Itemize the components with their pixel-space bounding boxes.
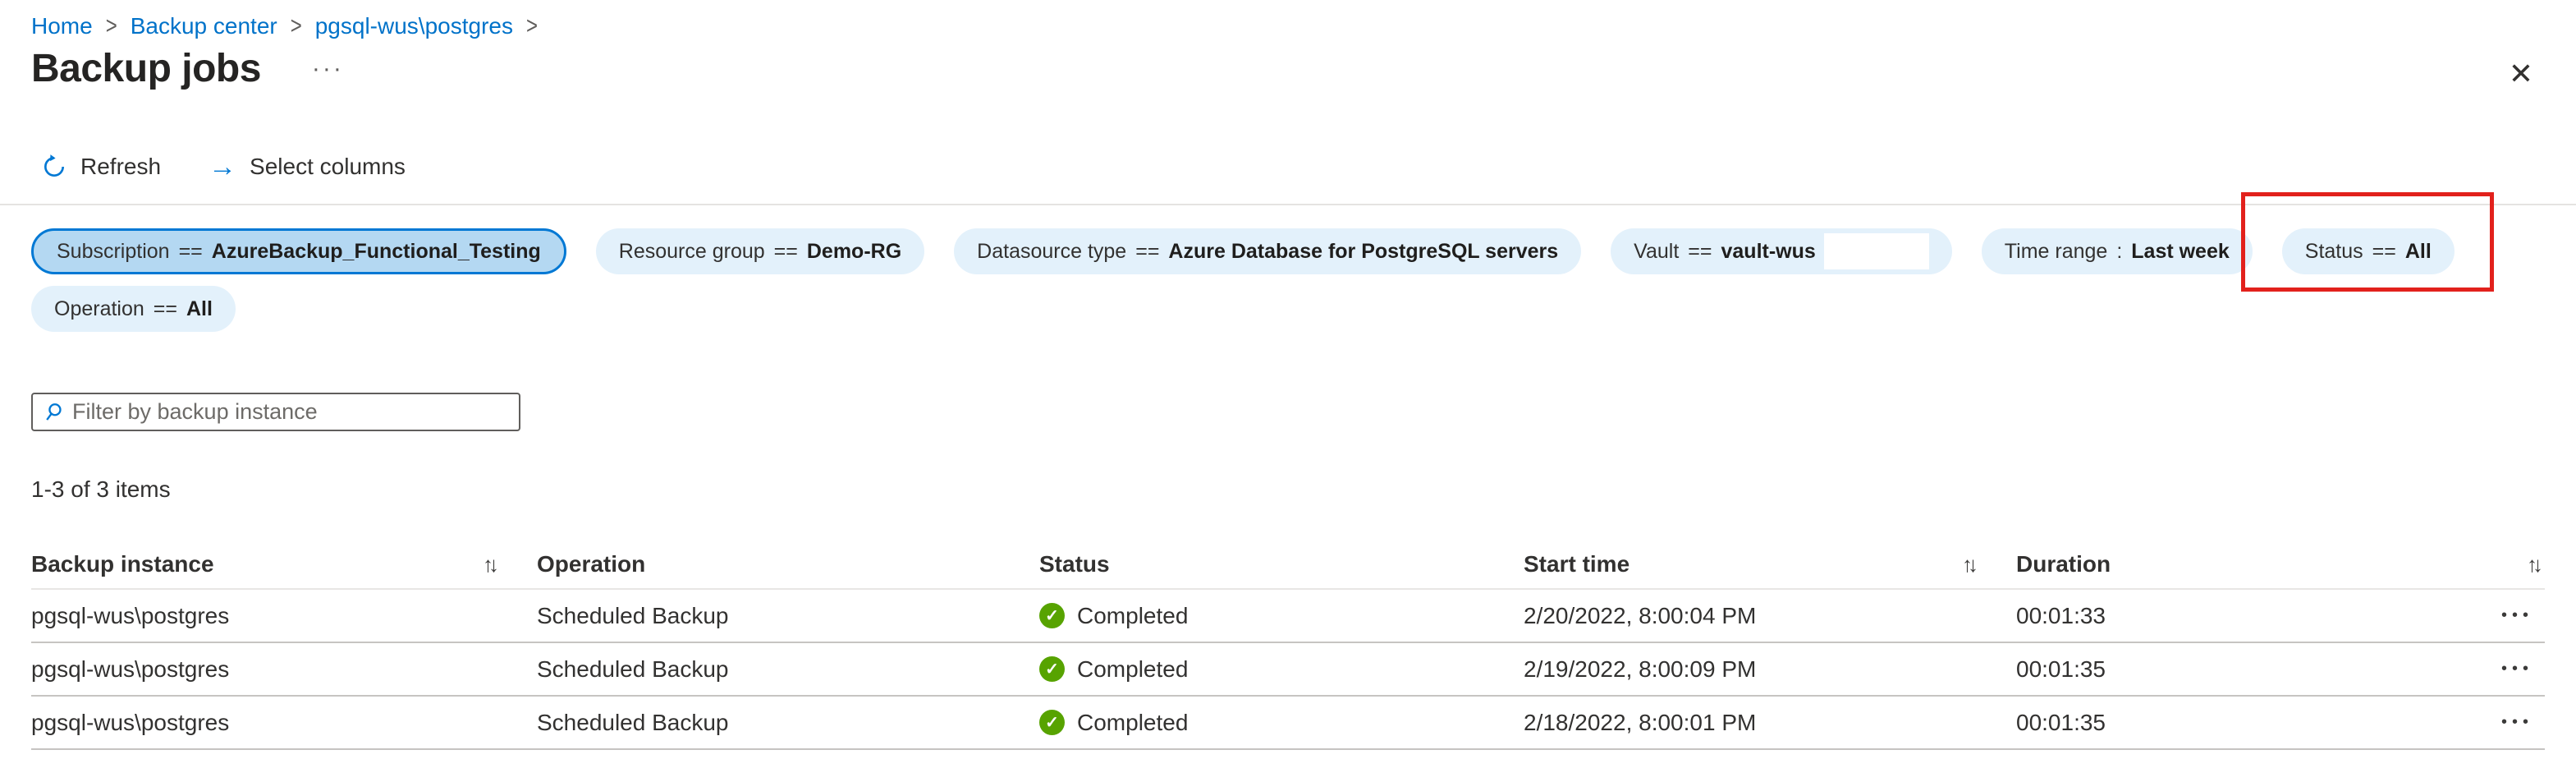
toolbar: Refresh → Select columns — [41, 153, 406, 181]
toolbar-divider — [0, 204, 2576, 205]
cell-operation: Scheduled Backup — [537, 710, 1039, 736]
pill-label: Resource group — [619, 240, 765, 264]
cell-backup-instance: pgsql-wus\postgres — [31, 603, 537, 629]
cell-backup-instance: pgsql-wus\postgres — [31, 710, 537, 736]
pill-value: All — [186, 297, 213, 321]
table-header: Backup instance ↑↓ Operation Status Star… — [31, 540, 2545, 590]
column-label: Backup instance — [31, 551, 214, 577]
cell-start-time: 2/19/2022, 8:00:09 PM — [1524, 656, 2016, 683]
close-icon[interactable]: ✕ — [2509, 59, 2533, 89]
cell-status: ✓ Completed — [1039, 656, 1524, 683]
cell-start-time: 2/18/2022, 8:00:01 PM — [1524, 710, 2016, 736]
refresh-icon — [41, 154, 67, 180]
column-header-operation: Operation — [537, 551, 1039, 577]
select-columns-button[interactable]: → Select columns — [209, 153, 406, 181]
table-row[interactable]: pgsql-wus\postgres Scheduled Backup ✓ Co… — [31, 643, 2545, 697]
column-label: Operation — [537, 551, 645, 577]
pill-value: All — [2405, 240, 2432, 264]
refresh-label: Refresh — [80, 154, 161, 180]
table-row[interactable]: pgsql-wus\postgres Scheduled Backup ✓ Co… — [31, 590, 2545, 643]
status-pill-wrapper: Status == All — [2282, 228, 2455, 274]
row-menu-icon[interactable]: ••• — [2501, 713, 2545, 732]
title-row: Backup jobs ··· — [31, 46, 344, 91]
filter-pill-resource-group[interactable]: Resource group == Demo-RG — [596, 228, 924, 274]
filter-pill-datasource-type[interactable]: Datasource type == Azure Database for Po… — [954, 228, 1581, 274]
pill-label: Datasource type — [977, 240, 1126, 264]
row-menu-icon[interactable]: ••• — [2501, 660, 2545, 678]
refresh-button[interactable]: Refresh — [41, 154, 161, 180]
cell-start-time: 2/20/2022, 8:00:04 PM — [1524, 603, 2016, 629]
more-options-icon[interactable]: ··· — [312, 55, 344, 83]
column-header-start-time[interactable]: Start time ↑↓ — [1524, 551, 2016, 577]
backup-jobs-page: Home > Backup center > pgsql-wus\postgre… — [0, 0, 2576, 759]
pill-label: Subscription — [57, 240, 170, 264]
cell-status: ✓ Completed — [1039, 710, 1524, 736]
pill-label: Time range — [2005, 240, 2108, 264]
breadcrumb-home[interactable]: Home — [31, 13, 93, 39]
filter-row-1: Subscription == AzureBackup_Functional_T… — [31, 228, 2553, 274]
row-menu-icon[interactable]: ••• — [2501, 606, 2545, 625]
completed-icon: ✓ — [1039, 710, 1065, 735]
column-label: Start time — [1524, 551, 1629, 577]
completed-icon: ✓ — [1039, 656, 1065, 682]
column-label: Status — [1039, 551, 1110, 577]
pill-operator: == — [2372, 240, 2396, 264]
pill-operator: : — [2116, 240, 2122, 264]
search-icon — [43, 402, 64, 423]
column-header-backup-instance[interactable]: Backup instance ↑↓ — [31, 551, 537, 577]
sort-icon[interactable]: ↑↓ — [2527, 552, 2538, 577]
status-label: Completed — [1077, 603, 1188, 629]
sort-icon[interactable]: ↑↓ — [1962, 552, 1973, 577]
breadcrumb-separator-icon: > — [526, 12, 538, 41]
breadcrumb-separator-icon: > — [106, 12, 117, 41]
search-box — [31, 393, 520, 431]
pill-operator: == — [774, 240, 798, 264]
table-row[interactable]: pgsql-wus\postgres Scheduled Backup ✓ Co… — [31, 697, 2545, 750]
filter-bar: Subscription == AzureBackup_Functional_T… — [31, 228, 2553, 332]
status-label: Completed — [1077, 656, 1188, 683]
completed-icon: ✓ — [1039, 603, 1065, 628]
select-columns-icon: → — [209, 153, 236, 181]
pill-operator: == — [1135, 240, 1159, 264]
pill-operator: == — [179, 240, 203, 264]
filter-pill-vault[interactable]: Vault == vault-wus — [1611, 228, 1952, 274]
pill-operator: == — [1688, 240, 1712, 264]
cell-status: ✓ Completed — [1039, 603, 1524, 629]
pill-label: Operation — [54, 297, 144, 321]
pill-value: AzureBackup_Functional_Testing — [212, 240, 541, 264]
filter-row-2: Operation == All — [31, 286, 2553, 332]
pill-operator: == — [154, 297, 177, 321]
pill-value: Last week — [2131, 240, 2230, 264]
breadcrumb-instance[interactable]: pgsql-wus\postgres — [315, 13, 513, 39]
status-label: Completed — [1077, 710, 1188, 736]
filter-pill-status[interactable]: Status == All — [2282, 228, 2455, 274]
sort-icon[interactable]: ↑↓ — [483, 552, 494, 577]
pill-value: Demo-RG — [807, 240, 901, 264]
cell-operation: Scheduled Backup — [537, 656, 1039, 683]
column-header-duration[interactable]: Duration ↑↓ — [2016, 551, 2545, 577]
pill-label: Vault — [1634, 240, 1679, 264]
filter-pill-time-range[interactable]: Time range : Last week — [1982, 228, 2253, 274]
cell-duration: 00:01:33 — [2016, 603, 2476, 629]
cell-backup-instance: pgsql-wus\postgres — [31, 656, 537, 683]
cell-duration: 00:01:35 — [2016, 656, 2476, 683]
cell-duration: 00:01:35 — [2016, 710, 2476, 736]
pill-label: Status — [2305, 240, 2363, 264]
filter-pill-operation[interactable]: Operation == All — [31, 286, 236, 332]
pill-value: vault-wus — [1721, 240, 1816, 264]
breadcrumb: Home > Backup center > pgsql-wus\postgre… — [31, 13, 551, 39]
filter-backup-instance-input[interactable] — [72, 399, 509, 425]
cell-operation: Scheduled Backup — [537, 603, 1039, 629]
jobs-table: Backup instance ↑↓ Operation Status Star… — [31, 540, 2545, 750]
vault-pill-blank-area — [1824, 233, 1929, 269]
select-columns-label: Select columns — [250, 154, 406, 180]
column-header-status: Status — [1039, 551, 1524, 577]
page-title: Backup jobs — [31, 46, 261, 91]
items-count: 1-3 of 3 items — [31, 476, 171, 503]
column-label: Duration — [2016, 551, 2111, 577]
breadcrumb-backup-center[interactable]: Backup center — [131, 13, 277, 39]
filter-pill-subscription[interactable]: Subscription == AzureBackup_Functional_T… — [31, 228, 566, 274]
breadcrumb-separator-icon: > — [291, 12, 302, 41]
pill-value: Azure Database for PostgreSQL servers — [1168, 240, 1558, 264]
